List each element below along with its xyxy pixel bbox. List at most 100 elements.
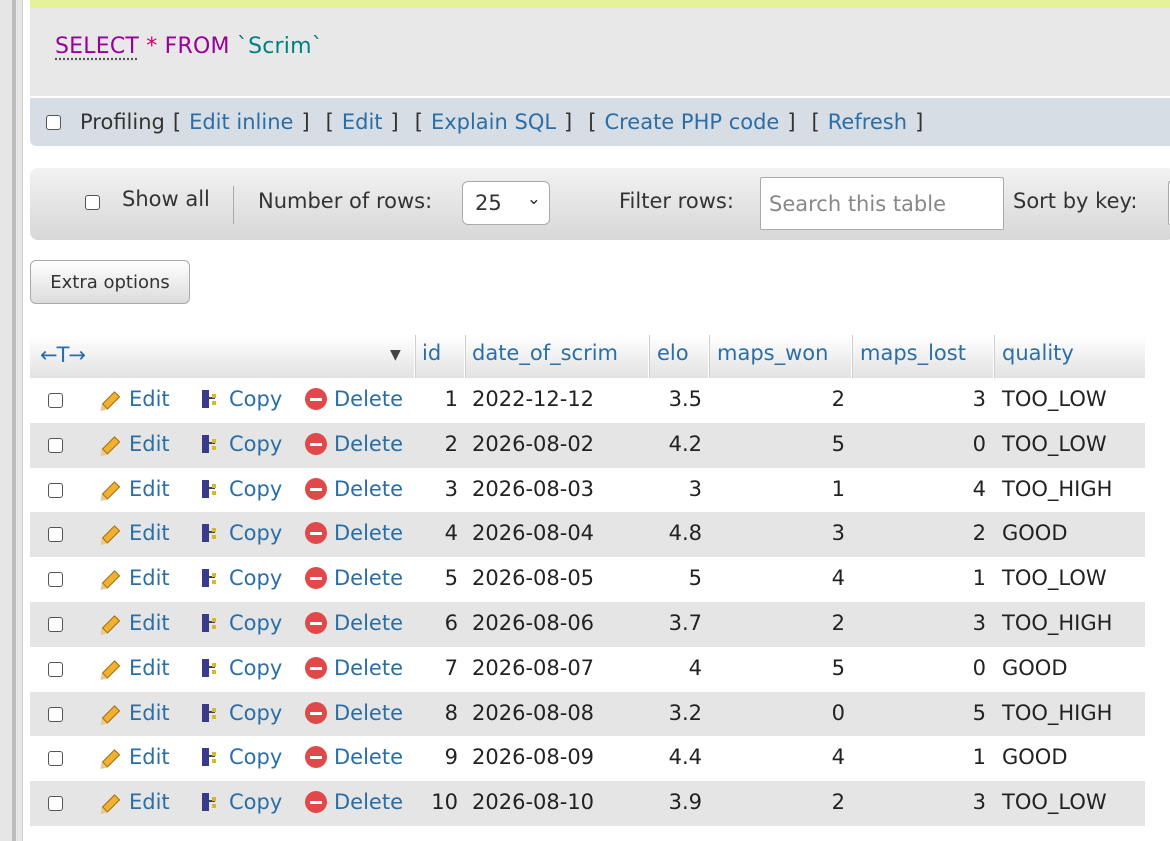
table-row[interactable]: Edit Copy Delete 9 2026-08-09 4.4 4 1 GOOD (30, 736, 1145, 782)
sort-dropdown-icon[interactable]: ▼ (390, 347, 401, 363)
show-all-checkbox[interactable] (85, 195, 100, 210)
cell-quality: GOOD (1002, 521, 1068, 546)
row-checkbox[interactable] (48, 617, 63, 632)
cell-maps-won: 1 (831, 476, 845, 501)
create-php-code-link[interactable]: Create PHP code (604, 110, 779, 134)
edit-query-link[interactable]: Edit (342, 110, 383, 134)
delete-icon (305, 388, 327, 410)
edit-inline-link[interactable]: Edit inline (189, 110, 293, 134)
copy-row-button[interactable]: Copy (200, 521, 282, 545)
copy-row-button[interactable]: Copy (200, 790, 282, 814)
cell-maps-won: 4 (831, 566, 845, 591)
copy-row-button[interactable]: Copy (200, 387, 282, 411)
row-checkbox[interactable] (48, 572, 63, 588)
delete-label: Delete (334, 790, 403, 815)
show-all-label[interactable]: Show all (122, 187, 210, 211)
copy-row-button[interactable]: Copy (200, 432, 282, 456)
copy-row-button[interactable]: Copy (200, 566, 282, 590)
copy-row-button[interactable]: Copy (200, 701, 282, 725)
row-checkbox[interactable] (48, 527, 63, 543)
table-row[interactable]: Edit Copy Delete 3 2026-08-03 3 1 4 TOO_HIGH (30, 467, 1145, 513)
edit-row-button[interactable]: Edit (97, 745, 170, 773)
column-header-maps-won[interactable]: maps_won (717, 341, 828, 365)
sql-table-name: `Scrim` (236, 34, 323, 59)
copy-row-button[interactable]: Copy (200, 745, 282, 769)
table-row[interactable]: Edit Copy Delete 10 2026-08-10 3.9 2 3 TOO_LOW (30, 781, 1145, 827)
row-checkbox[interactable] (48, 482, 63, 498)
table-row[interactable]: Edit Copy Delete 2 2026-08-02 4.2 5 0 TOO_LOW (30, 422, 1145, 468)
edit-row-button[interactable]: Edit (97, 476, 170, 504)
copy-row-button[interactable]: Copy (200, 477, 282, 501)
delete-row-button[interactable]: Delete (305, 611, 403, 635)
copy-icon (200, 522, 222, 544)
delete-label: Delete (334, 700, 403, 725)
number-of-rows-value: 25 (475, 191, 502, 215)
delete-label: Delete (334, 745, 403, 770)
table-row[interactable]: Edit Copy Delete 5 2026-08-05 5 4 1 TOO_LOW (30, 557, 1145, 603)
cell-maps-won: 5 (831, 655, 845, 680)
column-header-quality[interactable]: quality (1002, 341, 1074, 365)
table-row[interactable]: Edit Copy Delete 6 2026-08-06 3.7 2 3 TOO_HIGH (30, 602, 1145, 647)
copy-row-button[interactable]: Copy (200, 656, 282, 680)
column-header-id[interactable]: id (422, 341, 441, 365)
refresh-link[interactable]: Refresh (828, 110, 907, 134)
cell-date-of-scrim: 2026-08-05 (472, 566, 595, 591)
sql-query-text: SELECT * FROM `Scrim` (55, 34, 323, 59)
edit-label: Edit (129, 476, 170, 501)
extra-options-button[interactable]: Extra options (30, 260, 190, 304)
edit-row-button[interactable]: Edit (97, 656, 170, 683)
row-checkbox[interactable] (48, 751, 63, 767)
edit-row-button[interactable]: Edit (97, 611, 170, 638)
column-header-maps-lost[interactable]: maps_lost (860, 341, 966, 365)
delete-label: Delete (334, 521, 403, 546)
cell-id: 9 (444, 745, 458, 770)
sql-keyword-select[interactable]: SELECT (55, 34, 139, 59)
delete-row-button[interactable]: Delete (305, 566, 403, 590)
delete-row-button[interactable]: Delete (305, 432, 403, 456)
edit-row-button[interactable]: Edit (97, 521, 170, 549)
row-checkbox[interactable] (48, 796, 63, 812)
edit-row-button[interactable]: Edit (97, 387, 170, 414)
copy-row-button[interactable]: Copy (200, 611, 282, 635)
delete-row-button[interactable]: Delete (305, 387, 403, 411)
row-checkbox[interactable] (48, 393, 63, 408)
profiling-checkbox[interactable] (46, 114, 61, 130)
cell-elo: 4 (688, 655, 702, 680)
column-toggle-arrows[interactable]: ←T→ (40, 343, 86, 367)
row-checkbox[interactable] (48, 661, 63, 677)
resize-handle[interactable] (12, 0, 16, 841)
cell-maps-lost: 3 (972, 790, 986, 815)
delete-row-button[interactable]: Delete (305, 477, 403, 501)
delete-icon (305, 522, 327, 545)
edit-row-button[interactable]: Edit (97, 566, 170, 594)
cell-elo: 3.2 (668, 700, 702, 725)
cell-id: 4 (444, 521, 458, 546)
pencil-icon (95, 742, 126, 773)
number-of-rows-select[interactable]: 25 ⌄ (462, 181, 550, 225)
edit-row-button[interactable]: Edit (97, 790, 170, 818)
delete-row-button[interactable]: Delete (305, 656, 403, 680)
column-header-elo[interactable]: elo (657, 341, 689, 365)
table-row[interactable]: Edit Copy Delete 8 2026-08-08 3.2 0 5 TOO_HIGH (30, 691, 1145, 737)
search-table-input[interactable] (760, 177, 1004, 230)
cell-quality: TOO_LOW (1002, 387, 1107, 411)
left-panel-rail (0, 0, 23, 841)
cell-date-of-scrim: 2026-08-10 (472, 790, 595, 815)
copy-icon (200, 388, 222, 410)
cell-id: 1 (444, 387, 458, 411)
delete-row-button[interactable]: Delete (305, 790, 403, 814)
copy-icon (200, 478, 222, 500)
delete-row-button[interactable]: Delete (305, 521, 403, 545)
edit-row-button[interactable]: Edit (97, 701, 170, 728)
delete-row-button[interactable]: Delete (305, 701, 403, 725)
cell-id: 8 (444, 700, 458, 725)
column-header-date-of-scrim[interactable]: date_of_scrim (472, 341, 618, 365)
table-row[interactable]: Edit Copy Delete 7 2026-08-07 4 5 0 GOOD (30, 646, 1145, 692)
row-checkbox[interactable] (48, 706, 63, 722)
explain-sql-link[interactable]: Explain SQL (431, 110, 556, 134)
table-row[interactable]: Edit Copy Delete 1 2022-12-12 3.5 2 3 TOO_LOW (30, 378, 1145, 423)
edit-row-button[interactable]: Edit (97, 432, 170, 459)
row-checkbox[interactable] (48, 437, 63, 453)
table-row[interactable]: Edit Copy Delete 4 2026-08-04 4.8 3 2 GOOD (30, 512, 1145, 558)
delete-row-button[interactable]: Delete (305, 745, 403, 769)
